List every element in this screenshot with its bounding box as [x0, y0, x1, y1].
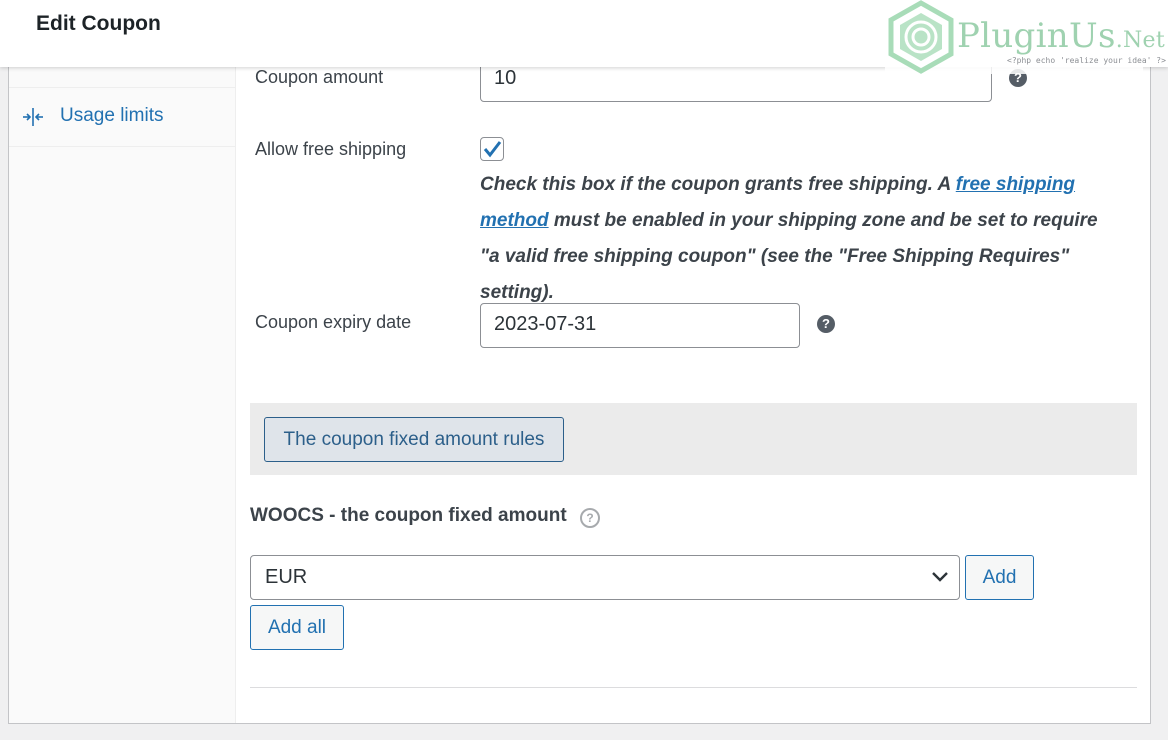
general-options: Coupon amount 10 ? Allow free shipping C…: [237, 57, 1150, 723]
help-icon[interactable]: ?: [817, 315, 835, 333]
wordpress-hex-icon: [888, 0, 954, 74]
logo-tagline: <?php echo 'realize your idea' ?>: [1007, 56, 1166, 65]
expiry-date-input[interactable]: 2023-07-31: [480, 303, 800, 348]
page-title: Edit Coupon: [36, 12, 161, 35]
logo-text: PluginUs.Net: [957, 16, 1165, 56]
woocs-section-title: WOOCS - the coupon fixed amount: [250, 505, 567, 526]
coupon-data-panel: Usage limits Coupon amount 10 ? Allow fr…: [8, 57, 1151, 724]
checkmark-icon: [483, 141, 502, 158]
coupon-fixed-amount-rules-button[interactable]: The coupon fixed amount rules: [264, 417, 564, 462]
usage-limits-icon: [23, 108, 43, 126]
woocs-rules-bar: The coupon fixed amount rules: [250, 403, 1137, 475]
sidebar-item-label: Usage limits: [60, 105, 164, 126]
expiry-date-label: Coupon expiry date: [255, 312, 412, 332]
help-icon[interactable]: ?: [580, 508, 600, 528]
sidebar-item-usage-limits[interactable]: Usage limits: [9, 87, 236, 147]
currency-select-value: EUR: [265, 566, 308, 588]
chevron-down-icon: [932, 572, 948, 582]
free-shipping-label: Allow free shipping: [255, 139, 407, 159]
divider: [250, 687, 1137, 688]
free-shipping-checkbox[interactable]: [480, 137, 504, 161]
add-currency-button[interactable]: Add: [965, 555, 1034, 600]
coupon-amount-label: Coupon amount: [255, 67, 384, 87]
free-shipping-description: Check this box if the coupon grants free…: [480, 174, 1098, 303]
currency-select[interactable]: EUR: [250, 555, 960, 600]
coupon-data-tabs: Usage limits: [9, 61, 236, 723]
pluginus-logo: PluginUs.Net <?php echo 'realize your id…: [885, 0, 1166, 74]
add-all-currencies-button[interactable]: Add all: [250, 605, 344, 650]
